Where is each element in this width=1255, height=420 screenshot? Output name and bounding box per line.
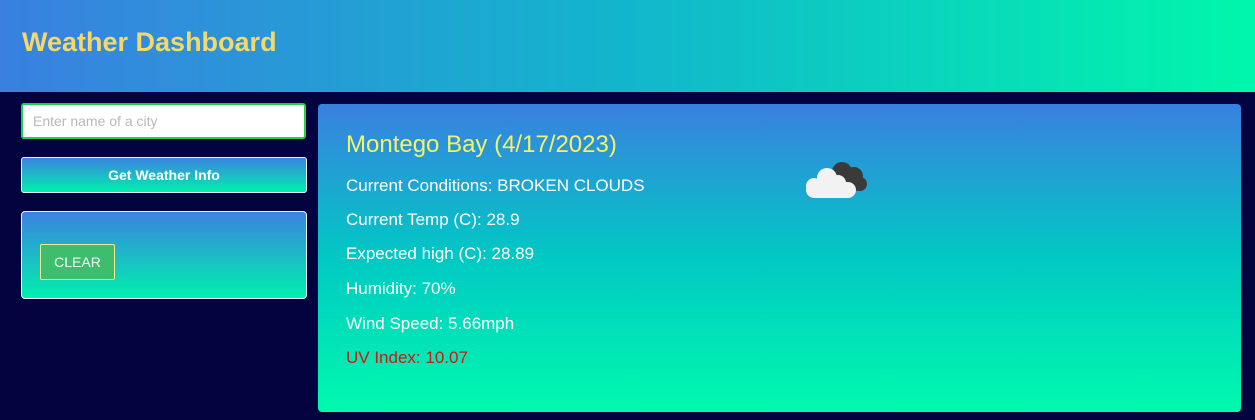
- search-history-panel: CLEAR: [21, 211, 307, 299]
- wind-speed-text: Wind Speed: 5.66mph: [346, 314, 515, 333]
- uv-index-text: UV Index: 10.07: [346, 348, 468, 367]
- current-temp-text: Current Temp (C): 28.9: [346, 210, 520, 229]
- current-weather-card: Montego Bay (4/17/2023) Current Conditio…: [318, 104, 1241, 412]
- header-banner: Weather Dashboard: [0, 0, 1255, 92]
- current-conditions-text: Current Conditions: BROKEN CLOUDS: [346, 176, 645, 195]
- humidity-text: Humidity: 70%: [346, 279, 456, 298]
- page-title: Weather Dashboard: [22, 27, 277, 57]
- city-search-input[interactable]: [21, 103, 306, 139]
- city-date-title: Montego Bay (4/17/2023): [346, 131, 617, 158]
- expected-high-text: Expected high (C): 28.89: [346, 244, 535, 263]
- broken-clouds-icon: [806, 162, 867, 198]
- clear-button[interactable]: CLEAR: [40, 244, 115, 280]
- get-weather-button[interactable]: Get Weather Info: [21, 157, 307, 193]
